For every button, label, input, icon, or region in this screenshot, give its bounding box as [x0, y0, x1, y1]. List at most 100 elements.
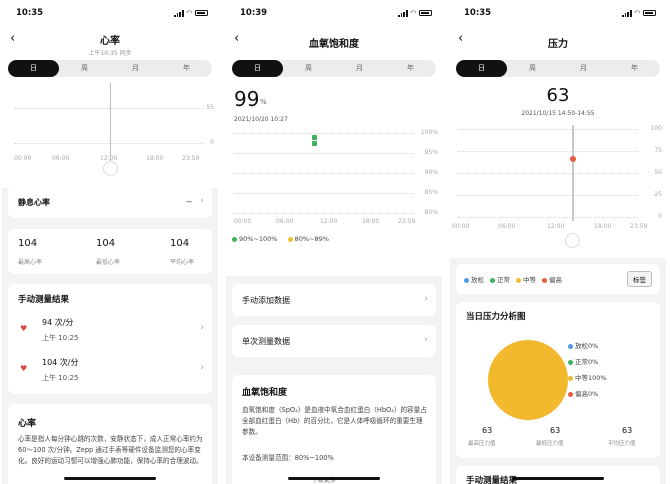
stress-chart[interactable]: 100 75 50 25 0 00:00 06:00 12:00 18:00 2…	[450, 123, 666, 251]
y-tick: 90%	[424, 169, 438, 176]
back-icon[interactable]: ‹	[234, 31, 239, 46]
x-tick: 00:00	[452, 223, 470, 230]
tab-year[interactable]: 年	[385, 60, 436, 77]
heart-rate-chart[interactable]: 55 0 00:00 06:00 12:00 18:00 23:59	[2, 83, 218, 188]
y-tick: 95%	[424, 149, 438, 156]
y-tick: 80%	[424, 209, 438, 216]
spo2-value: 99	[234, 87, 260, 111]
x-tick: 00:00	[234, 218, 252, 225]
tab-month[interactable]: 月	[558, 60, 609, 77]
spo2-date: 2021/10/20 10:27	[234, 116, 288, 123]
tab-month[interactable]: 月	[110, 60, 161, 77]
x-tick: 12:00	[547, 223, 565, 230]
legend-dot	[516, 277, 521, 283]
x-tick: 23:59	[182, 155, 200, 162]
measure-time: 上午 10:25	[42, 374, 79, 382]
min-stress-value: 63	[550, 426, 561, 435]
signal-icon	[622, 9, 632, 17]
manual-add-row[interactable]: 手动添加数据 ›	[232, 284, 436, 316]
row-label: 手动添加数据	[242, 296, 290, 305]
manual-results-card: 手动测量结果	[456, 466, 660, 484]
data-point[interactable]	[312, 135, 317, 140]
tag-button[interactable]: 标签	[627, 271, 652, 287]
period-tabs: 日 周 月 年	[456, 60, 660, 77]
status-icons: ◠	[622, 9, 656, 17]
legend-label: 90%~100%	[239, 235, 278, 243]
page-title: 血氧饱和度	[309, 39, 359, 50]
page-title: 压力	[548, 39, 568, 50]
spo2-chart[interactable]: 100% 95% 90% 85% 80% 00:00 06:00 12:00 1…	[226, 129, 442, 227]
grid-line	[234, 133, 414, 134]
legend-dot	[232, 236, 237, 242]
wifi-icon: ◠	[410, 9, 416, 17]
signal-icon	[174, 9, 184, 17]
resting-label: 静息心率	[18, 198, 50, 207]
wifi-icon: ◠	[634, 9, 640, 17]
legend-pct: 0%	[588, 358, 599, 366]
resting-value: --	[186, 197, 192, 206]
grid-line	[458, 195, 638, 196]
pie-legend-item: 放松0%	[568, 338, 607, 354]
legend-item: 正常	[490, 274, 510, 284]
tab-day[interactable]: 日	[232, 60, 283, 77]
min-stress-label: 最低压力值	[536, 441, 564, 447]
legend-pct: 0%	[588, 390, 599, 398]
period-tabs: 日 周 月 年	[8, 60, 212, 77]
heart-info-card: 心率 心率是指人每分钟心跳的次数，安静状态下，成人正常心率约为 60～100 次…	[8, 404, 212, 484]
resting-heart-rate-row[interactable]: 静息心率 -- ›	[8, 186, 212, 218]
period-tabs: 日 周 月 年	[232, 60, 436, 77]
back-icon[interactable]: ‹	[458, 31, 463, 46]
legend-dot	[568, 343, 573, 349]
list-item[interactable]: ♥ 94 次/分 上午 10:25 ›	[8, 314, 212, 348]
spo2-screen: 10:39 ◠ ‹ 血氧饱和度 日 周 月 年 99 % 2021/10/20 …	[226, 0, 442, 484]
grid-line	[458, 151, 638, 152]
data-point[interactable]	[312, 141, 317, 146]
section-title: 手动测量结果	[466, 476, 518, 484]
tab-year[interactable]: 年	[609, 60, 660, 77]
tab-day[interactable]: 日	[456, 60, 507, 77]
legend-dot	[568, 375, 573, 381]
single-measure-row[interactable]: 单次测量数据 ›	[232, 325, 436, 357]
grid-line	[234, 193, 414, 194]
stress-reading: 63 2021/10/15 14:50-14:55	[450, 85, 666, 123]
legend-item: 80%~89%	[287, 235, 329, 243]
tab-day[interactable]: 日	[8, 60, 59, 77]
stress-date: 2021/10/15 14:50-14:55	[521, 110, 595, 117]
signal-icon	[398, 9, 408, 17]
tab-year[interactable]: 年	[161, 60, 212, 77]
tab-week[interactable]: 周	[283, 60, 334, 77]
status-time: 10:39	[240, 8, 268, 18]
battery-icon	[643, 10, 656, 16]
pie-legend-item: 中等100%	[568, 370, 607, 386]
x-tick: 18:00	[362, 218, 380, 225]
row-label: 单次测量数据	[242, 337, 290, 346]
nav-bar: ‹ 心率 上午10:35 同步	[2, 26, 218, 57]
avg-hr-value: 104	[170, 238, 190, 249]
chart-slider-handle[interactable]	[565, 233, 580, 248]
legend-label: 正常	[497, 276, 510, 284]
stress-pie-chart	[488, 340, 568, 420]
grid-line	[234, 153, 414, 154]
grid-line	[14, 143, 204, 144]
legend-dot	[287, 236, 293, 242]
heart-icon: ♥	[20, 364, 28, 373]
chart-slider-handle[interactable]	[103, 161, 118, 176]
y-tick: 85%	[424, 189, 438, 196]
legend-label: 偏高	[575, 390, 588, 398]
status-bar: 10:39 ◠	[226, 0, 442, 26]
tab-month[interactable]: 月	[334, 60, 385, 77]
legend-dot	[490, 277, 495, 283]
y-tick: 100%	[420, 129, 438, 136]
measure-value: 94 次/分	[42, 318, 74, 327]
y-tick: 100	[650, 125, 662, 132]
list-item[interactable]: ♥ 104 次/分 上午 10:25 ›	[8, 354, 212, 388]
y-tick: 50	[654, 169, 662, 176]
battery-icon	[195, 10, 208, 16]
tab-week[interactable]: 周	[59, 60, 110, 77]
home-indicator	[64, 477, 156, 480]
info-text: 心率是指人每分钟心跳的次数，安静状态下，成人正常心率约为 60～100 次/分钟…	[18, 435, 203, 465]
tab-week[interactable]: 周	[507, 60, 558, 77]
avg-hr-label: 平均心率	[170, 259, 195, 266]
data-point[interactable]	[570, 156, 576, 162]
back-icon[interactable]: ‹	[10, 31, 15, 46]
